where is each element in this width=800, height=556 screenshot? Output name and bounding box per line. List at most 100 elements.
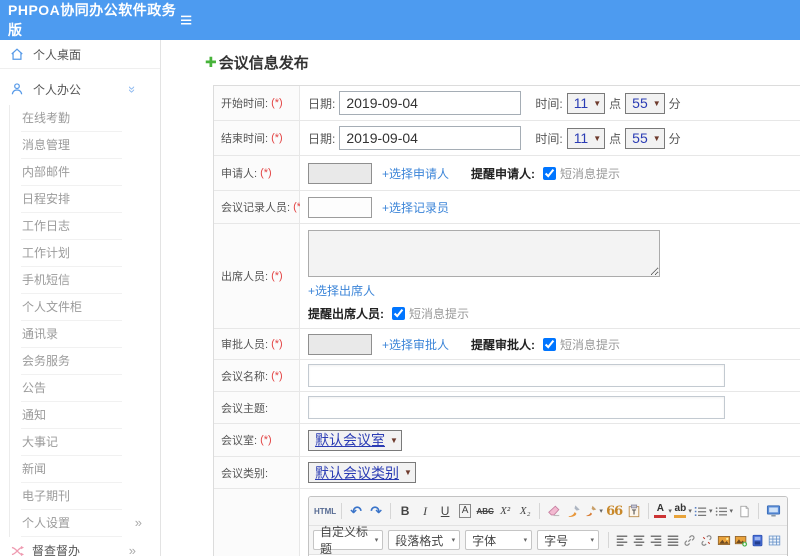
form-row-attendees: 出席人员: (*) +选择出席人 提醒出席人员: 短消息提示 — [214, 224, 800, 329]
hamburger-menu-icon[interactable]: ≡ — [180, 10, 192, 31]
chevron-down-icon: ▾ — [374, 537, 379, 544]
chevron-double-right-icon: » — [128, 543, 136, 556]
align-left-icon[interactable] — [613, 529, 630, 551]
remind-approver-label: 提醒审批人: — [471, 337, 536, 352]
end-date-input[interactable] — [339, 126, 522, 150]
required-mark: (*) — [260, 434, 272, 446]
format-brush-icon[interactable] — [564, 500, 584, 522]
redo-icon[interactable]: ↷ — [366, 500, 386, 522]
meeting-name-input[interactable] — [308, 364, 725, 387]
date-label: 日期: — [308, 96, 336, 111]
approver-input[interactable] — [308, 333, 372, 355]
page-title: ✚ 会议信息发布 — [205, 54, 309, 72]
undo-icon[interactable]: ↶ — [346, 500, 366, 522]
sidebar-item-online-attendance[interactable]: 在线考勤 — [21, 105, 122, 132]
html-source-icon[interactable]: HTML — [313, 500, 337, 522]
font-family-select[interactable]: 字体 ▾ — [465, 530, 533, 550]
sidebar-item-sms[interactable]: 手机短信 — [21, 267, 122, 294]
font-color-icon[interactable]: A ▾ — [653, 500, 673, 522]
highlight-color-icon[interactable]: ab ▾ — [673, 500, 693, 522]
date-label: 日期: — [308, 131, 336, 146]
eraser-icon[interactable] — [544, 500, 564, 522]
meeting-room-label: 会议室: — [221, 435, 258, 447]
sidebar-item-desktop[interactable]: 个人桌面 — [0, 40, 160, 69]
chevron-double-down-icon: » — [124, 85, 140, 93]
sidebar-item-notice[interactable]: 通知 — [21, 402, 122, 429]
chevron-double-right-icon: » — [134, 515, 142, 530]
underline-icon[interactable]: U — [435, 500, 455, 522]
sidebar-item-message-management[interactable]: 消息管理 — [21, 132, 122, 159]
superscript-icon[interactable]: X² — [495, 500, 515, 522]
required-mark: (*) — [271, 338, 283, 350]
sidebar: 个人桌面 个人办公 » 在线考勤 消息管理 内部邮件 日程安排 工作日志 工作计… — [0, 40, 161, 556]
insert-image-icon[interactable] — [732, 529, 749, 551]
attendees-textarea[interactable] — [308, 230, 660, 277]
end-hour-select[interactable]: 11 ▼ — [566, 127, 606, 149]
select-applicant-link[interactable]: +选择申请人 — [382, 165, 449, 182]
strikethrough-icon[interactable]: ABC — [475, 500, 495, 522]
sidebar-item-work-plan[interactable]: 工作计划 — [21, 240, 122, 267]
meeting-room-select[interactable]: 默认会议室 ▼ — [308, 429, 402, 451]
select-attendees-link[interactable]: +选择出席人 — [308, 284, 375, 298]
recorder-input[interactable] — [308, 196, 372, 218]
paragraph-format-select[interactable]: 段落格式 ▾ — [388, 530, 461, 550]
attendees-sms-checkbox[interactable] — [392, 307, 405, 320]
paste-icon[interactable]: T — [624, 500, 644, 522]
sidebar-item-personal-settings[interactable]: 个人设置 » — [21, 510, 142, 537]
applicant-input[interactable] — [308, 162, 372, 184]
select-approver-link[interactable]: +选择审批人 — [382, 336, 449, 353]
font-size-select[interactable]: 字号 ▾ — [537, 530, 599, 550]
unordered-list-icon[interactable]: ▾ — [714, 500, 734, 522]
sidebar-item-announcement[interactable]: 公告 — [21, 375, 122, 402]
sidebar-item-e-journal[interactable]: 电子期刊 — [21, 483, 122, 510]
sidebar-item-supervision[interactable]: 督查督办 » — [0, 537, 160, 556]
heading-select[interactable]: 自定义标题 ▾ — [313, 525, 384, 556]
sidebar-item-schedule[interactable]: 日程安排 — [21, 186, 122, 213]
sidebar-item-meeting-service[interactable]: 会务服务 — [21, 348, 122, 375]
ordered-list-icon[interactable]: ▾ — [693, 500, 713, 522]
end-minute-select[interactable]: 55 ▼ — [625, 127, 665, 149]
unlink-icon[interactable] — [698, 529, 715, 551]
sidebar-item-news[interactable]: 新闻 — [21, 456, 122, 483]
required-mark: (*) — [271, 270, 283, 282]
applicant-sms-checkbox[interactable] — [543, 166, 557, 180]
link-icon[interactable] — [681, 529, 698, 551]
bold-icon[interactable]: B — [395, 500, 415, 522]
sidebar-item-internal-mail[interactable]: 内部邮件 — [21, 159, 122, 186]
select-recorder-link[interactable]: +选择记录员 — [382, 199, 449, 216]
align-justify-icon[interactable] — [664, 529, 681, 551]
italic-icon[interactable]: I — [415, 500, 435, 522]
subscript-icon[interactable]: X₂ — [515, 500, 535, 522]
fullscreen-icon[interactable] — [763, 500, 783, 522]
remind-attendees-label: 提醒出席人员: — [308, 307, 384, 321]
table-icon[interactable] — [766, 529, 783, 551]
blockquote-icon[interactable]: 66 — [604, 500, 624, 522]
form-row-start-time: 开始时间:(*) 日期: 时间: 11▼ 点 55▼ 分 — [214, 86, 800, 121]
paint-format-icon[interactable]: ▾ — [584, 500, 604, 522]
start-date-input[interactable] — [339, 91, 522, 115]
sidebar-item-contacts[interactable]: 通讯录 — [21, 321, 122, 348]
form-row-end-time: 结束时间:(*) 日期: 时间: 11▼ 点 55▼ 分 — [214, 121, 800, 156]
required-mark: (*) — [271, 369, 283, 382]
sidebar-item-memorabilia[interactable]: 大事记 — [21, 429, 122, 456]
toolbar-divider — [608, 532, 609, 548]
font-border-icon[interactable]: A — [455, 500, 475, 522]
new-page-icon[interactable] — [734, 500, 754, 522]
align-right-icon[interactable] — [647, 529, 664, 551]
approver-sms-checkbox[interactable] — [543, 337, 557, 351]
form-row-applicant: 申请人: (*) +选择申请人 提醒申请人: 短消息提示 — [214, 156, 800, 191]
image-icon[interactable] — [715, 529, 732, 551]
meeting-form: 开始时间:(*) 日期: 时间: 11▼ 点 55▼ 分 结束时间:(*) 日期… — [213, 85, 800, 556]
sidebar-item-work-log[interactable]: 工作日志 — [21, 213, 122, 240]
media-icon[interactable] — [749, 529, 766, 551]
align-center-icon[interactable] — [630, 529, 647, 551]
meeting-topic-input[interactable] — [308, 396, 725, 419]
user-icon — [11, 83, 23, 95]
sidebar-item-file-cabinet[interactable]: 个人文件柜 — [21, 294, 122, 321]
start-hour-select[interactable]: 11 ▼ — [566, 92, 606, 114]
sidebar-group-personal-office[interactable]: 个人办公 » — [0, 73, 160, 105]
start-minute-select[interactable]: 55 ▼ — [625, 92, 665, 114]
home-icon — [11, 48, 23, 60]
toolbar-divider — [539, 503, 541, 519]
meeting-category-select[interactable]: 默认会议类别 ▼ — [308, 462, 416, 483]
